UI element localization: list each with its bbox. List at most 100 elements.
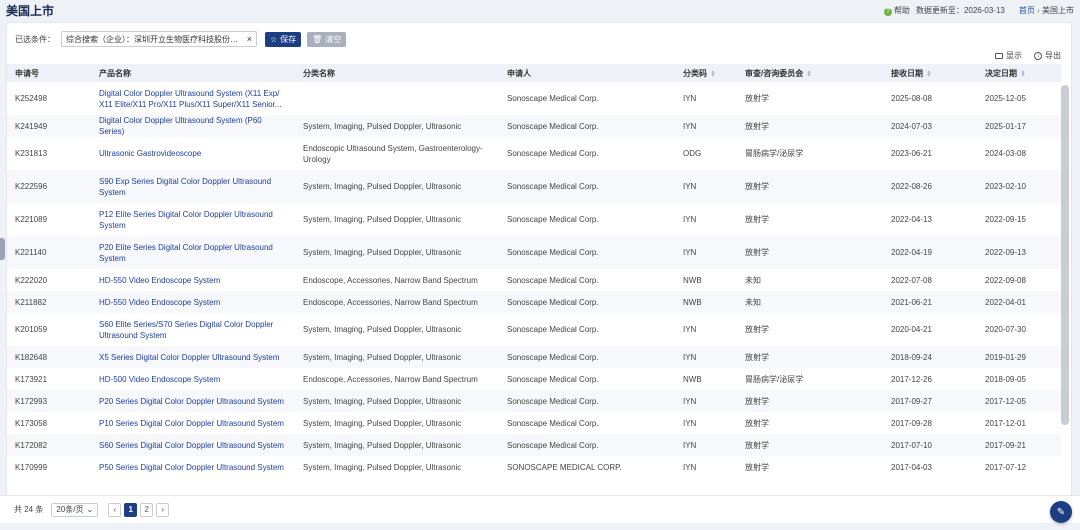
cell-received-date: 2018-09-24: [883, 346, 977, 368]
export-icon: ↓: [1034, 51, 1042, 60]
export-button[interactable]: ↓ 导出: [1034, 50, 1061, 61]
cell-product-name[interactable]: HD-500 Video Endoscope System: [91, 368, 295, 390]
top-bar: 美国上市 ? 帮助 数据更新至：2026-03-13 首页 › 美国上市: [0, 0, 1080, 20]
cell-product-name[interactable]: HD-550 Video Endoscope System: [91, 269, 295, 291]
page-1-button[interactable]: 1: [124, 502, 138, 517]
cell-class-code: IYN: [675, 434, 737, 456]
cell-applicant: Sonoscape Medical Corp.: [507, 374, 599, 384]
table-row[interactable]: K170999 P50 Series Digital Color Doppler …: [7, 456, 1061, 478]
cell-review-committee: 未知: [745, 275, 761, 285]
cell-classification-name: Endoscope, Accessories, Narrow Band Spec…: [303, 275, 478, 285]
cell-decision-date: 2017-12-01: [985, 418, 1026, 428]
cell-application-no: K211882: [7, 291, 91, 313]
table-row[interactable]: K252498 Digital Color Doppler Ultrasound …: [7, 82, 1061, 115]
help-icon: ?: [883, 7, 892, 16]
cell-product-name[interactable]: P50 Series Digital Color Doppler Ultraso…: [91, 456, 295, 478]
sort-icon[interactable]: ⇕: [926, 71, 932, 78]
cell-review-committee: 放射学: [745, 94, 769, 103]
cell-applicant: Sonoscape Medical Corp.: [507, 94, 599, 103]
table-row[interactable]: K231813 Ultrasonic Gastrovideoscope Endosc…: [7, 137, 1061, 170]
cell-applicant: Sonoscape Medical Corp.: [507, 215, 599, 224]
cell-application-no: K222020: [15, 275, 48, 285]
cell-product-name[interactable]: P12 Elite Series Digital Color Doppler U…: [91, 203, 295, 236]
cell-application-no: K221089: [15, 215, 48, 224]
update-info: 数据更新至：2026-03-13: [915, 5, 1005, 15]
cell-applicant: Sonoscape Medical Corp.: [499, 170, 675, 203]
next-page-button[interactable]: ›: [156, 502, 170, 517]
cell-product-name[interactable]: P20 Elite Series Digital Color Doppler U…: [91, 236, 295, 269]
table-row[interactable]: K173058 P10 Series Digital Color Doppler …: [7, 412, 1061, 434]
cell-application-no: K172082: [7, 434, 91, 456]
side-collapse-handle[interactable]: [0, 238, 5, 260]
feedback-button[interactable]: ✎: [1050, 501, 1072, 523]
cell-applicant: Sonoscape Medical Corp.: [499, 434, 675, 456]
sort-icon[interactable]: ⇕: [806, 71, 812, 78]
col-header-received-date[interactable]: 接收日期 ⇕: [883, 64, 977, 82]
page-size-select[interactable]: 20条/页 ⌄: [51, 502, 99, 517]
cell-applicant: Sonoscape Medical Corp.: [499, 236, 675, 269]
cell-product-name[interactable]: S90 Exp Series Digital Color Doppler Ult…: [91, 170, 295, 203]
cell-product-name[interactable]: S60 Elite Series/S70 Series Digital Colo…: [91, 313, 295, 346]
breadcrumb-separator: ›: [1037, 5, 1040, 15]
help-link[interactable]: ? 帮助: [883, 5, 910, 16]
sort-icon[interactable]: ⇕: [1020, 71, 1026, 78]
cell-product-name[interactable]: X5 Series Digital Color Doppler Ultrasou…: [91, 346, 295, 368]
save-button-label: 保存: [280, 34, 297, 44]
sort-icon[interactable]: ⇕: [710, 71, 716, 78]
col-header-review-committee[interactable]: 审查/咨询委员会 ⇕: [737, 64, 883, 82]
filter-tag[interactable]: 综合搜索（企业）：深圳开立生物医疗科技股份有... ×: [61, 31, 257, 47]
cell-product-name[interactable]: P20 Series Digital Color Doppler Ultraso…: [91, 390, 295, 412]
table-row[interactable]: K211882 HD-550 Video Endoscope System Endo…: [7, 291, 1061, 313]
cell-application-no: K182648: [7, 346, 91, 368]
col-header-decision-date[interactable]: 决定日期 ⇕: [977, 64, 1061, 82]
prev-page-button[interactable]: ‹: [108, 502, 122, 517]
cell-class-code: IYN: [675, 236, 737, 269]
table-row[interactable]: K172993 P20 Series Digital Color Doppler …: [7, 390, 1061, 412]
cell-product-name[interactable]: P10 Series Digital Color Doppler Ultraso…: [91, 412, 295, 434]
cell-product-name[interactable]: Digital Color Doppler Ultrasound System …: [91, 115, 295, 137]
table-row[interactable]: K173921 HD-500 Video Endoscope System Endo…: [7, 368, 1061, 390]
breadcrumb: 首页 › 美国上市: [1019, 5, 1074, 16]
table-row[interactable]: K222020 HD-550 Video Endoscope System Endo…: [7, 269, 1061, 291]
cell-classification-name: System, Imaging, Pulsed Doppler, Ultraso…: [303, 325, 462, 334]
save-button[interactable]: ☆ 保存: [265, 31, 302, 47]
cell-received-date: 2022-04-19: [883, 236, 977, 269]
vertical-scrollbar[interactable]: [1061, 85, 1069, 425]
display-button[interactable]: 显示: [995, 50, 1022, 61]
cell-received-date: 2017-09-28: [891, 418, 932, 428]
col-header-class-code[interactable]: 分类码 ⇕: [675, 64, 737, 82]
cell-review-committee: 放射学: [737, 115, 883, 137]
breadcrumb-home[interactable]: 首页: [1019, 6, 1035, 15]
page-2-button[interactable]: 2: [140, 502, 154, 517]
cell-product-name[interactable]: Ultrasonic Gastrovideoscope: [91, 137, 295, 170]
cell-received-date: 2017-09-27: [883, 390, 977, 412]
cell-decision-date: 2022-09-08: [985, 275, 1026, 285]
table-row[interactable]: K221140 P20 Elite Series Digital Color Do…: [7, 236, 1061, 269]
table-row[interactable]: K222596 S90 Exp Series Digital Color Dopp…: [7, 170, 1061, 203]
cell-applicant: Sonoscape Medical Corp.: [499, 115, 675, 137]
table-row[interactable]: K241949 Digital Color Doppler Ultrasound …: [7, 115, 1061, 137]
table-row[interactable]: K221089 P12 Elite Series Digital Color Do…: [7, 203, 1061, 236]
cell-received-date: 2022-04-13: [891, 215, 932, 224]
cell-review-committee: 放射学: [745, 215, 769, 224]
cell-decision-date: 2023-02-10: [977, 170, 1061, 203]
col-header-classification-name: 分类名称: [295, 64, 499, 82]
table-row[interactable]: K201059 S60 Elite Series/S70 Series Digit…: [7, 313, 1061, 346]
cell-application-no: K173058: [15, 418, 48, 428]
cell-class-code: ODG: [683, 149, 702, 158]
cell-product-name[interactable]: HD-550 Video Endoscope System: [91, 291, 295, 313]
close-icon[interactable]: ×: [247, 34, 252, 44]
cell-product-name[interactable]: S60 Series Digital Color Doppler Ultraso…: [91, 434, 295, 456]
filter-row: 已选条件： 综合搜索（企业）：深圳开立生物医疗科技股份有... × ☆ 保存 🗑…: [15, 31, 347, 47]
table-row[interactable]: K182648 X5 Series Digital Color Doppler U…: [7, 346, 1061, 368]
cell-decision-date: 2017-09-21: [977, 434, 1061, 456]
cell-product-name[interactable]: Digital Color Doppler Ultrasound System …: [91, 82, 295, 115]
cell-application-no: K241949: [7, 115, 91, 137]
cell-received-date: 2022-08-26: [883, 170, 977, 203]
table-row[interactable]: K172082 S60 Series Digital Color Doppler …: [7, 434, 1061, 456]
clear-button[interactable]: 🗑 清空: [307, 31, 347, 47]
pagination-bar: 共 24 条 20条/页 ⌄ ‹ 1 2 ›: [0, 495, 1080, 523]
cell-decision-date: 2017-12-05: [977, 390, 1061, 412]
cell-classification-name: System, Imaging, Pulsed Doppler, Ultraso…: [303, 215, 462, 224]
cell-applicant: Sonoscape Medical Corp.: [507, 149, 599, 158]
